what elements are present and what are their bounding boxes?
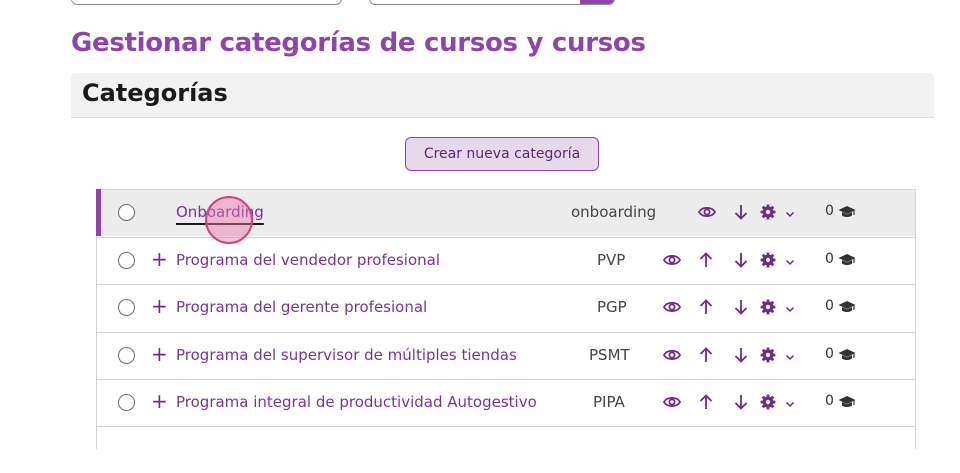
category-idnumber: PSMT	[589, 346, 630, 364]
page-title: Gestionar categorías de cursos y cursos	[71, 28, 646, 58]
category-name-link[interactable]: Programa del supervisor de múltiples tie…	[176, 346, 517, 364]
chevron-down-icon[interactable]	[784, 300, 796, 313]
row-select-checkbox[interactable]	[118, 204, 135, 221]
arrow-up-icon[interactable]	[697, 393, 715, 411]
eye-icon[interactable]	[663, 393, 681, 411]
create-category-button[interactable]: Crear nueva categoría	[405, 137, 599, 171]
eye-icon[interactable]	[663, 251, 681, 269]
eye-icon[interactable]	[698, 203, 716, 221]
expand-plus-icon[interactable]: +	[151, 343, 168, 365]
gear-icon[interactable]	[759, 393, 777, 411]
chevron-down-icon[interactable]	[784, 348, 796, 361]
chevron-down-icon[interactable]	[784, 395, 796, 408]
arrow-down-icon[interactable]	[732, 346, 750, 364]
gear-icon[interactable]	[759, 251, 777, 269]
chevron-down-icon[interactable]	[784, 205, 796, 218]
arrow-down-icon[interactable]	[732, 298, 750, 316]
category-idnumber: PVP	[597, 251, 626, 269]
row-select-checkbox[interactable]	[118, 347, 135, 364]
arrow-down-icon[interactable]	[732, 203, 750, 221]
category-name-link[interactable]: Onboarding	[176, 203, 264, 221]
eye-icon[interactable]	[663, 298, 681, 316]
course-count: 0	[825, 346, 834, 362]
graduation-cap-icon	[838, 346, 856, 364]
arrow-up-icon[interactable]	[697, 298, 715, 316]
graduation-cap-icon	[838, 393, 856, 411]
category-idnumber: onboarding	[571, 203, 657, 221]
arrow-down-icon[interactable]	[732, 251, 750, 269]
course-count: 0	[825, 203, 834, 219]
category-row: + Programa del gerente profesional PGP 0	[97, 284, 915, 331]
category-row: + Programa integral de productividad Aut…	[97, 379, 915, 426]
expand-plus-icon[interactable]: +	[151, 295, 168, 317]
category-name-link[interactable]: Programa del gerente profesional	[176, 298, 427, 316]
search-input[interactable]	[369, 0, 615, 5]
course-count: 0	[825, 393, 834, 409]
gear-icon[interactable]	[759, 298, 777, 316]
graduation-cap-icon	[838, 203, 856, 221]
section-title: Categorías	[82, 79, 228, 107]
category-row: + Programa del supervisor de múltiples t…	[97, 332, 915, 379]
categories-header: Categorías	[71, 73, 934, 118]
course-count: 0	[825, 298, 834, 314]
search-button[interactable]	[580, 0, 614, 4]
course-count: 0	[825, 251, 834, 267]
expand-plus-icon[interactable]: +	[151, 248, 168, 270]
category-name-link[interactable]: Programa del vendedor profesional	[176, 251, 440, 269]
row-select-checkbox[interactable]	[118, 394, 135, 411]
arrow-up-icon[interactable]	[697, 346, 715, 364]
arrow-up-icon[interactable]	[697, 251, 715, 269]
gear-icon[interactable]	[759, 346, 777, 364]
category-row: Onboarding onboarding 0	[96, 189, 915, 236]
gear-icon[interactable]	[759, 203, 777, 221]
row-select-checkbox[interactable]	[118, 299, 135, 316]
category-list: Onboarding onboarding 0 + Programa del v…	[96, 189, 916, 449]
arrow-down-icon[interactable]	[732, 393, 750, 411]
active-indicator	[96, 189, 101, 236]
search-courses-input[interactable]	[71, 0, 342, 5]
category-name-link[interactable]: Programa integral de productividad Autog…	[176, 393, 537, 411]
category-row	[97, 426, 915, 473]
row-select-checkbox[interactable]	[118, 252, 135, 269]
expand-plus-icon[interactable]: +	[151, 390, 168, 412]
category-row: + Programa del vendedor profesional PVP …	[97, 237, 915, 284]
graduation-cap-icon	[838, 298, 856, 316]
chevron-down-icon[interactable]	[784, 253, 796, 266]
category-idnumber: PGP	[597, 298, 627, 316]
graduation-cap-icon	[838, 251, 856, 269]
category-idnumber: PIPA	[593, 393, 625, 411]
eye-icon[interactable]	[663, 346, 681, 364]
